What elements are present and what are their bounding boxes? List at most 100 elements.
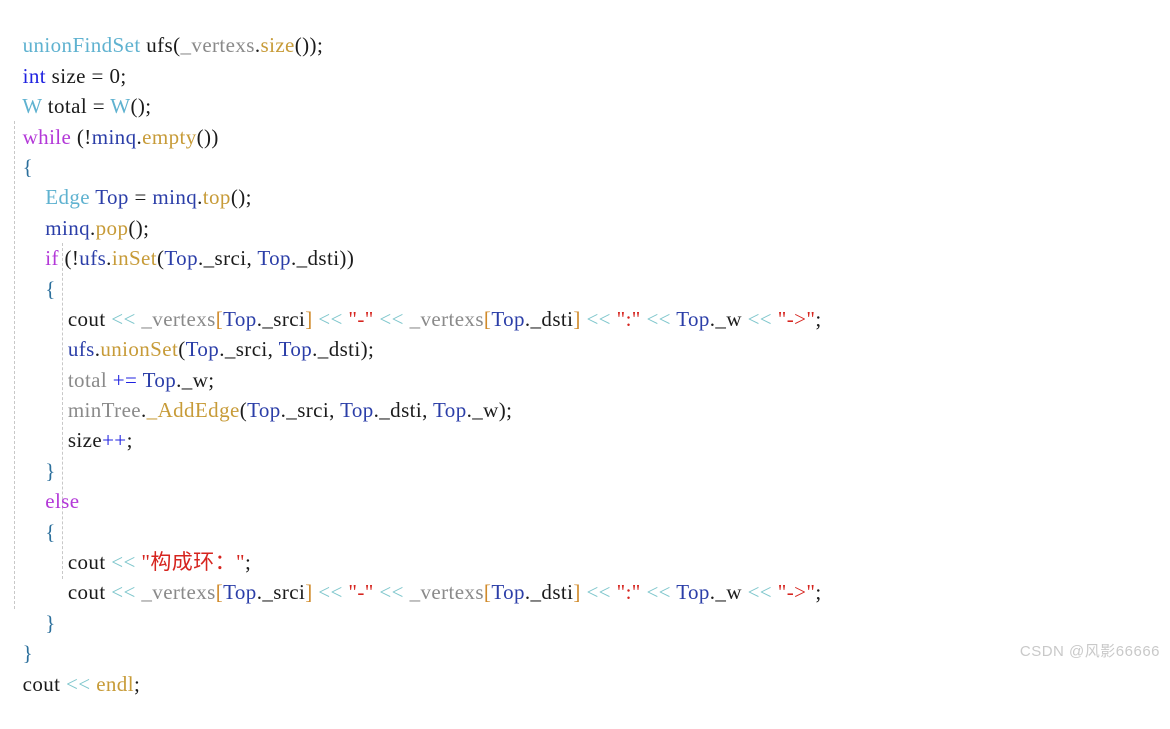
token-stream: cout: [22, 671, 61, 696]
token-variable: ufs: [79, 246, 107, 271]
token-punct: (!: [58, 246, 80, 271]
token-punct: (!: [71, 124, 92, 149]
token-variable: minq: [152, 185, 198, 210]
token-dot: .: [106, 246, 112, 271]
indent-guide-level-1: [14, 121, 15, 609]
token-type: Edge: [45, 185, 90, 210]
token-plain: size =: [45, 63, 110, 88]
token-variable: Top: [223, 306, 257, 331]
token-function: top: [202, 185, 231, 210]
token-member: _vertexs: [141, 306, 216, 331]
token-stream: cout: [67, 580, 106, 605]
token-punct: (: [178, 337, 186, 362]
token-function: size: [260, 33, 295, 58]
token-operator: <<: [747, 306, 773, 331]
token-string-chinese: "构成环：": [141, 550, 245, 575]
token-operator: <<: [379, 306, 404, 331]
token-operator: +=: [112, 367, 138, 392]
token-variable: Top: [433, 398, 467, 423]
token-punct: ;: [244, 550, 252, 575]
token-punct: (: [239, 398, 248, 423]
token-variable: total: [67, 367, 108, 392]
token-member: _vertexs: [409, 580, 484, 605]
token-member: ._srci: [256, 306, 306, 331]
token-punct: ());: [294, 33, 324, 58]
token-variable: Top: [142, 367, 177, 392]
token-type: unionFindSet: [22, 33, 141, 58]
token-dot: .: [90, 215, 96, 240]
code-line-18: cout << "构成环：";: [0, 517, 1170, 574]
token-function: pop: [95, 215, 129, 240]
token-punct: ()): [196, 124, 219, 149]
token-variable: ufs: [67, 337, 95, 362]
token-punct: ();: [230, 185, 252, 210]
token-control: while: [22, 124, 72, 149]
token-function: inSet: [111, 246, 157, 271]
token-stream: cout: [67, 306, 106, 331]
token-type: W: [22, 94, 43, 119]
token-bracket: ]: [573, 306, 581, 331]
token-variable: Top: [164, 246, 198, 271]
token-operator: <<: [66, 671, 91, 696]
token-control: else: [45, 489, 80, 514]
token-member: ._dsti)): [290, 246, 355, 271]
token-control: if: [45, 246, 59, 271]
token-dot: .: [254, 33, 261, 58]
token-number: 0: [109, 63, 121, 88]
token-variable: size: [67, 428, 103, 453]
code-line-16: else: [0, 456, 1170, 513]
token-member: ._w: [709, 306, 742, 331]
token-variable: Top: [278, 337, 313, 362]
token-function: unionSet: [100, 337, 179, 362]
token-variable: Top: [491, 306, 525, 331]
token-member: ._srci: [256, 580, 306, 605]
token-stream: cout: [67, 550, 106, 575]
token-member: ._w;: [176, 367, 215, 392]
code-line-4: while (!minq.empty()): [0, 91, 1170, 149]
token-operator: <<: [586, 306, 611, 331]
token-variable: Top: [676, 306, 710, 331]
code-line-21: }: [0, 608, 1170, 665]
token-operator: <<: [379, 580, 404, 605]
token-dot: .: [197, 185, 203, 210]
token-variable: Top: [95, 185, 129, 210]
token-variable: Top: [257, 246, 291, 271]
token-brace: }: [22, 641, 34, 666]
token-member: _vertexs: [180, 33, 255, 58]
token-brace: {: [45, 276, 56, 301]
token-operator: <<: [111, 550, 136, 575]
token-punct: ;: [133, 671, 141, 696]
code-line-15: }: [0, 425, 1170, 483]
code-line-17: {: [0, 486, 1170, 544]
token-variable: Top: [185, 337, 220, 362]
code-line-1: unionFindSet ufs(_vertexs.size());: [0, 0, 1170, 57]
token-member: ._dsti: [524, 580, 574, 605]
token-variable: minq: [45, 215, 90, 240]
token-punct: ;: [120, 63, 127, 88]
token-string: ":": [616, 306, 641, 331]
token-bracket: ]: [573, 580, 581, 605]
token-punct: ;: [815, 580, 822, 605]
token-brace: }: [45, 458, 56, 483]
token-plain: ufs: [140, 33, 174, 58]
token-operator: <<: [586, 580, 611, 605]
token-operator: <<: [111, 580, 136, 605]
code-snippet-viewer[interactable]: unionFindSet ufs(_vertexs.size()); int s…: [0, 0, 1170, 696]
token-plain: total =: [42, 94, 111, 119]
